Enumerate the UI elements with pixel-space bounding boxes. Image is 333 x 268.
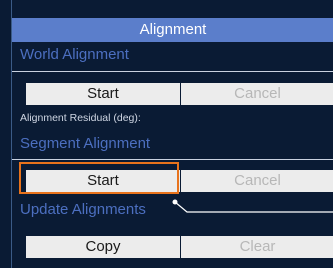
callout-pointer [172,199,333,213]
clear-button[interactable]: Clear [181,236,333,258]
alignment-panel: Alignment World Alignment Start Cancel A… [11,0,333,268]
copy-button[interactable]: Copy [26,236,180,258]
